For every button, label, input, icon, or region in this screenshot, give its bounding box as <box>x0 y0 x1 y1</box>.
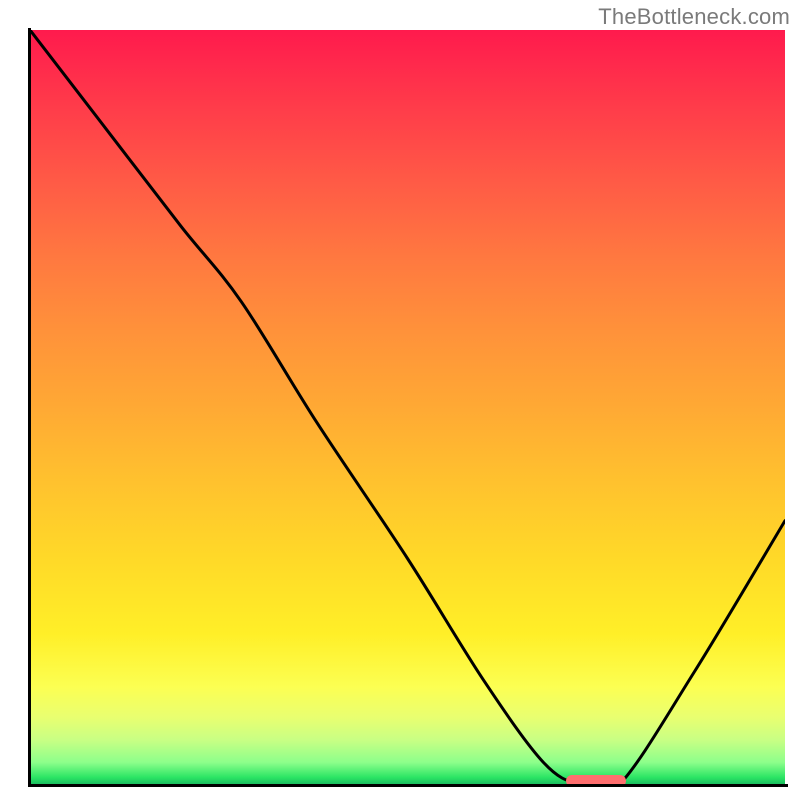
plot-area <box>30 30 785 785</box>
chart-container: TheBottleneck.com <box>0 0 800 800</box>
y-axis <box>28 28 31 787</box>
x-axis <box>28 784 788 787</box>
bottleneck-curve <box>30 30 785 785</box>
watermark-text: TheBottleneck.com <box>598 4 790 30</box>
